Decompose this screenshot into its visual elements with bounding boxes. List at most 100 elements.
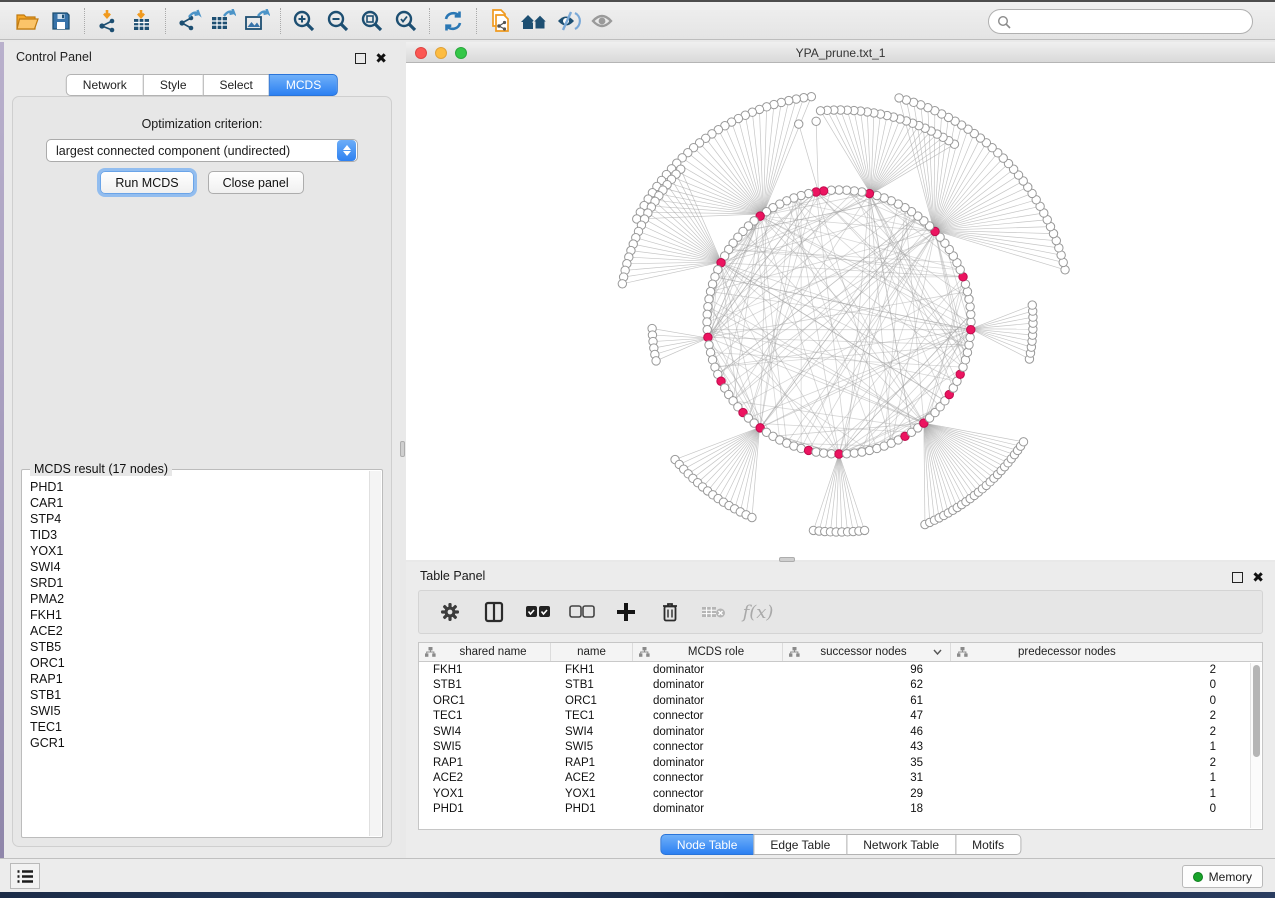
table-panel-tabs: Node Table Edge Table Network Table Moti… [660, 834, 1021, 855]
table-scrollbar[interactable] [1250, 663, 1261, 828]
table-row[interactable]: YOX1 YOX1 connector 29 1 [419, 786, 1262, 802]
mcds-result-item[interactable]: ACE2 [30, 623, 369, 639]
table-row[interactable]: RAP1 RAP1 dominator 35 2 [419, 755, 1262, 771]
network-window-titlebar[interactable]: YPA_prune.txt_1 [406, 42, 1275, 63]
mcds-result-item[interactable]: STB1 [30, 687, 369, 703]
export-network-button[interactable] [172, 6, 206, 36]
mcds-result-item[interactable]: ORC1 [30, 655, 369, 671]
deselect-all-button[interactable] [567, 597, 597, 627]
hide-selected-button[interactable] [551, 6, 585, 36]
tab-node-table[interactable]: Node Table [660, 834, 755, 855]
optimization-criterion-label: Optimization criterion: [13, 117, 391, 131]
network-graph-canvas[interactable] [406, 63, 1275, 560]
tree-icon [639, 647, 650, 657]
table-scrollbar-thumb[interactable] [1253, 665, 1260, 757]
tab-edge-table[interactable]: Edge Table [753, 834, 847, 855]
zoom-selected-button[interactable] [389, 6, 423, 36]
task-history-button[interactable] [10, 863, 40, 889]
export-table-button[interactable] [206, 6, 240, 36]
export-image-icon [244, 9, 270, 33]
table-row[interactable]: TEC1 TEC1 connector 47 2 [419, 709, 1262, 725]
import-table-icon [130, 9, 154, 33]
control-panel-tabs: Network Style Select MCDS [66, 74, 338, 96]
table-settings-button[interactable] [435, 597, 465, 627]
mcds-result-item[interactable]: FKH1 [30, 607, 369, 623]
column-header-successor-nodes[interactable]: successor nodes [783, 643, 951, 661]
status-bar: Memory [0, 858, 1275, 892]
tab-select[interactable]: Select [203, 74, 270, 96]
table-row[interactable]: ORC1 ORC1 dominator 61 0 [419, 693, 1262, 709]
mcds-result-item[interactable]: TID3 [30, 527, 369, 543]
tab-style[interactable]: Style [143, 74, 204, 96]
refresh-icon [441, 9, 465, 33]
fx-icon: f(x) [743, 602, 774, 623]
column-header-predecessor-nodes[interactable]: predecessor nodes [951, 643, 1262, 661]
tree-icon [789, 647, 800, 657]
zoom-in-button[interactable] [287, 6, 321, 36]
mcds-result-item[interactable]: STP4 [30, 511, 369, 527]
column-header-shared-name[interactable]: shared name [419, 643, 551, 661]
close-panel-icon[interactable]: ✖ [375, 50, 387, 68]
column-header-name[interactable]: name [551, 643, 633, 661]
table-row[interactable]: STB1 STB1 dominator 62 0 [419, 678, 1262, 694]
open-folder-icon [15, 10, 39, 32]
save-session-button[interactable] [44, 6, 78, 36]
copy-network-icon [488, 8, 512, 34]
import-network-button[interactable] [91, 6, 125, 36]
tab-mcds[interactable]: MCDS [269, 74, 338, 96]
mcds-result-list[interactable]: PHD1CAR1STP4TID3YOX1SWI4SRD1PMA2FKH1ACE2… [23, 471, 369, 836]
close-panel-button[interactable]: Close panel [208, 171, 304, 194]
float-table-panel-icon[interactable] [1232, 570, 1243, 588]
show-columns-button[interactable] [479, 597, 509, 627]
search-input[interactable] [1015, 15, 1252, 29]
node-table[interactable]: shared name name MCDS role successor nod… [418, 642, 1263, 830]
select-all-button[interactable] [523, 597, 553, 627]
tab-network[interactable]: Network [66, 74, 144, 96]
copy-network-button[interactable] [483, 6, 517, 36]
float-panel-icon[interactable] [355, 51, 366, 69]
mcds-result-item[interactable]: CAR1 [30, 495, 369, 511]
column-header-mcds-role[interactable]: MCDS role [633, 643, 783, 661]
splitter-grip-vertical[interactable] [400, 441, 405, 457]
zoom-out-button[interactable] [321, 6, 355, 36]
zoom-in-icon [292, 9, 316, 33]
mcds-result-item[interactable]: RAP1 [30, 671, 369, 687]
mcds-result-item[interactable]: STB5 [30, 639, 369, 655]
mcds-result-item[interactable]: PMA2 [30, 591, 369, 607]
close-table-panel-icon[interactable]: ✖ [1252, 569, 1264, 587]
open-session-button[interactable] [10, 6, 44, 36]
delete-column-button[interactable] [655, 597, 685, 627]
tab-network-table[interactable]: Network Table [846, 834, 956, 855]
export-image-button[interactable] [240, 6, 274, 36]
mcds-list-scrollbar[interactable] [369, 471, 381, 836]
zoom-fit-icon [360, 9, 384, 33]
criterion-dropdown[interactable]: largest connected component (undirected) [46, 139, 358, 162]
plus-icon [616, 602, 636, 622]
node-table-body: FKH1 FKH1 dominator 96 2 STB1 STB1 domin… [419, 662, 1262, 817]
mcds-result-item[interactable]: YOX1 [30, 543, 369, 559]
show-all-button[interactable] [585, 6, 619, 36]
refresh-button[interactable] [436, 6, 470, 36]
tab-motifs[interactable]: Motifs [955, 834, 1021, 855]
mcds-result-item[interactable]: PHD1 [30, 479, 369, 495]
zoom-fit-button[interactable] [355, 6, 389, 36]
mcds-result-item[interactable]: GCR1 [30, 735, 369, 751]
mcds-result-item[interactable]: SRD1 [30, 575, 369, 591]
save-icon [50, 10, 72, 32]
search-box[interactable] [988, 9, 1253, 34]
run-mcds-button[interactable]: Run MCDS [100, 171, 193, 194]
mcds-result-item[interactable]: SWI5 [30, 703, 369, 719]
table-row[interactable]: SWI5 SWI5 connector 43 1 [419, 740, 1262, 756]
table-row[interactable]: FKH1 FKH1 dominator 96 2 [419, 662, 1262, 678]
add-column-button[interactable] [611, 597, 641, 627]
mcds-result-item[interactable]: TEC1 [30, 719, 369, 735]
memory-button[interactable]: Memory [1182, 865, 1263, 888]
table-row[interactable]: ACE2 ACE2 connector 31 1 [419, 771, 1262, 787]
node-table-header: shared name name MCDS role successor nod… [419, 643, 1262, 662]
import-table-button[interactable] [125, 6, 159, 36]
unchecked-boxes-icon [569, 605, 595, 619]
table-row[interactable]: SWI4 SWI4 dominator 46 2 [419, 724, 1262, 740]
table-row[interactable]: PHD1 PHD1 dominator 18 0 [419, 802, 1262, 818]
first-neighbors-button[interactable] [517, 6, 551, 36]
mcds-result-item[interactable]: SWI4 [30, 559, 369, 575]
